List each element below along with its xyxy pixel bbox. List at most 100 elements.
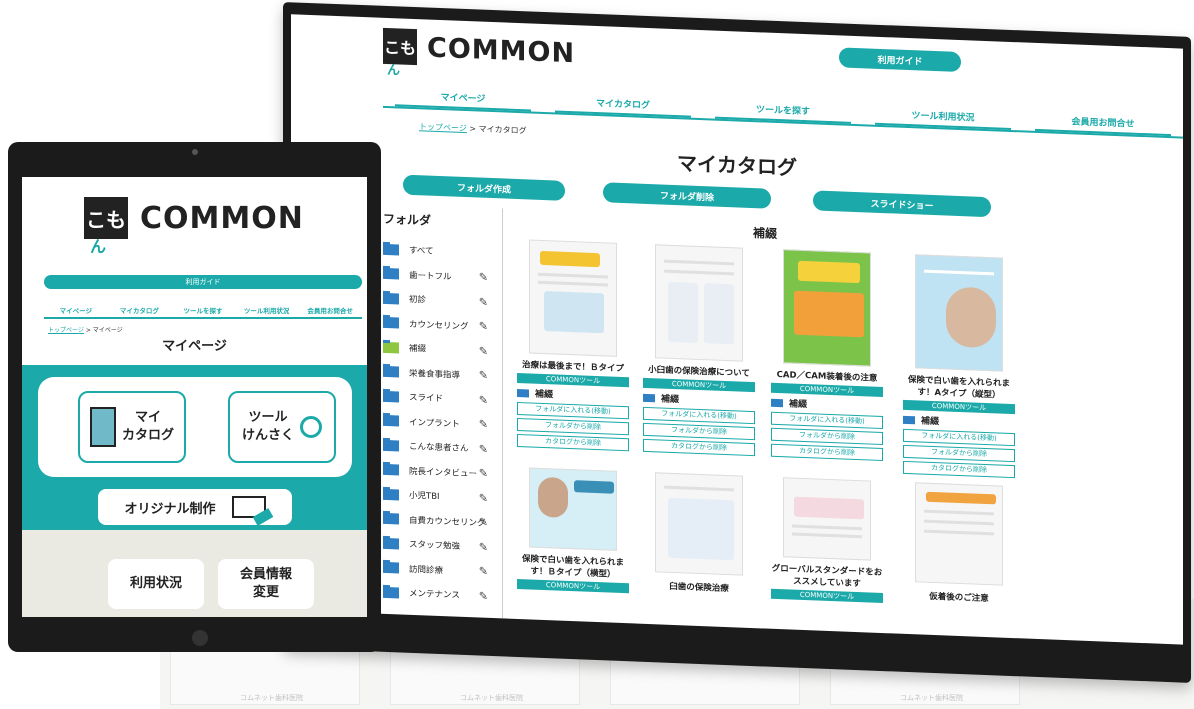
pencil-icon[interactable]: ✎ [479,418,488,431]
pencil-icon[interactable]: ✎ [479,271,488,284]
card-title: 臼歯の保険治療 [669,581,729,595]
breadcrumb-home-link[interactable]: トップページ [48,327,84,334]
remove-from-catalog-button[interactable]: カタログから削除 [903,460,1015,479]
move-to-folder-button[interactable]: フォルダに入れる(移動) [517,401,629,420]
nav-tool-search[interactable]: ツールを探す [171,305,235,315]
thumbnail-line [664,259,734,266]
nav-mypage[interactable]: マイページ [44,305,108,315]
catalog-card[interactable]: CAD／CAM装着後の注意 COMMONツール 補綴 フォルダに入れる(移動) … [771,249,883,464]
pencil-icon[interactable]: ✎ [479,442,488,455]
tool-thumbnail[interactable] [783,249,871,367]
tool-thumbnail[interactable] [915,254,1003,372]
thumbnail-graphic [794,290,864,338]
folder-icon [383,586,399,599]
tablet-device: こも COMMON 利用ガイド マイページ マイカタログ ツールを探す ツール利… [8,142,381,652]
common-tool-tag: COMMONツール [643,377,755,393]
member-info-line1: 会員情報 [239,567,292,582]
remove-from-folder-button[interactable]: フォルダから削除 [903,444,1015,463]
folder-icon [771,398,783,407]
usage-status-button[interactable]: 利用状況 [108,559,204,609]
move-to-folder-button[interactable]: フォルダに入れる(移動) [771,411,883,430]
nav-mycatalog[interactable]: マイカタログ [108,305,172,315]
pencil-icon[interactable]: ✎ [479,393,488,406]
tool-thumbnail[interactable] [655,472,743,576]
folder-label: カウンセリング [409,319,469,332]
nav-mypage[interactable]: マイページ [395,88,531,112]
catalog-card[interactable]: 保険で白い歯を入れられます！Ｂタイプ（横型） COMMONツール [517,467,629,595]
folder-label: すべて [409,246,434,258]
thumbnail-graphic [544,291,604,334]
home-button[interactable] [192,630,208,646]
my-catalog-line2: カタログ [121,428,174,443]
catalog-card[interactable]: グローバルスタンダードをおススメしています COMMONツール [771,477,883,605]
tool-thumbnail[interactable] [529,467,617,551]
nav-mycatalog[interactable]: マイカタログ [555,94,691,118]
tool-thumbnail[interactable] [915,482,1003,586]
original-production-button[interactable]: オリジナル制作 [98,489,292,525]
catalog-card[interactable]: 小臼歯の保険治療について COMMONツール 補綴 フォルダに入れる(移動) フ… [643,244,755,459]
folder-item[interactable]: メンテナンス ✎ [379,580,502,609]
tool-search-line1: ツール [248,410,288,425]
slideshow-button[interactable]: スライドショー [813,190,991,218]
thumbnail-graphic [668,281,698,343]
pencil-icon[interactable]: ✎ [479,565,488,578]
move-to-folder-button[interactable]: フォルダに入れる(移動) [903,428,1015,447]
pencil-icon[interactable]: ✎ [479,589,488,602]
remove-from-folder-button[interactable]: フォルダから削除 [643,422,755,441]
card-title: 保険で白い歯を入れられます！Ｂタイプ（横型） [521,554,624,580]
pencil-icon[interactable]: ✎ [479,491,488,504]
pencil-icon[interactable]: ✎ [479,369,488,382]
pencil-icon[interactable]: ✎ [479,320,488,333]
remove-from-catalog-button[interactable]: カタログから削除 [517,433,629,452]
catalog-card[interactable]: 臼歯の保険治療 [643,472,755,596]
nav-tool-usage[interactable]: ツール利用状況 [235,305,299,315]
logo[interactable]: こも COMMON [84,197,304,257]
move-to-folder-button[interactable]: フォルダに入れる(移動) [643,406,755,425]
tool-thumbnail[interactable] [529,239,617,357]
background-footer: コムネット歯科医院 [900,694,963,702]
tool-thumbnail[interactable] [783,477,871,561]
folder-icon [383,537,399,550]
thumbnail-graphic [668,497,734,561]
tool-thumbnail[interactable] [655,244,743,362]
pen-tablet-icon [231,496,266,518]
logo[interactable]: こも COMMON [383,27,576,71]
breadcrumb: トップページ > マイページ [48,325,123,334]
folder-label: 補綴 [409,344,427,355]
create-folder-button[interactable]: フォルダ作成 [403,174,565,201]
thumbnail-graphic [704,283,734,345]
remove-from-catalog-button[interactable]: カタログから削除 [771,443,883,462]
pencil-icon[interactable]: ✎ [479,516,488,529]
remove-from-catalog-button[interactable]: カタログから削除 [643,438,755,457]
my-catalog-button[interactable]: マイ カタログ [78,391,186,463]
pencil-icon[interactable]: ✎ [479,540,488,553]
nav-member-contact[interactable]: 会員用お問合せ [298,305,362,315]
guide-button[interactable]: 利用ガイド [839,47,961,73]
folder-label: スタッフ勉強 [409,540,461,553]
remove-from-folder-button[interactable]: フォルダから削除 [771,427,883,446]
folder-label: 栄養食事指導 [409,368,461,381]
nav-member-contact[interactable]: 会員用お問合せ [1035,112,1171,137]
sidebar-heading: フォルダ [383,211,432,228]
logo-wordmark: COMMON [140,200,304,236]
guide-button[interactable]: 利用ガイド [44,275,362,289]
pencil-icon[interactable]: ✎ [479,467,488,480]
card-folder: 補綴 [517,386,629,403]
catalog-card[interactable]: 保険で白い歯を入れられます！Aタイプ（縦型） COMMONツール 補綴 フォルダ… [903,254,1015,481]
nav-tool-usage[interactable]: ツール利用状況 [875,106,1011,130]
catalog-card[interactable]: 仮着後のご注意 [903,482,1015,606]
tool-search-button[interactable]: ツール けんさく [228,391,336,463]
folder-label: 自費カウンセリング [409,515,486,529]
breadcrumb-home-link[interactable]: トップページ [419,122,467,133]
pencil-icon[interactable]: ✎ [479,344,488,357]
logo-wordmark: COMMON [427,32,576,69]
original-production-label: オリジナル制作 [124,501,216,517]
delete-folder-button[interactable]: フォルダ削除 [603,182,771,209]
nav-tool-search[interactable]: ツールを探す [715,100,851,124]
pencil-icon[interactable]: ✎ [479,295,488,308]
folder-icon [383,439,399,452]
catalog-card[interactable]: 治療は最後まで！Ｂタイプ COMMONツール 補綴 フォルダに入れる(移動) フ… [517,239,629,454]
card-folder: 補綴 [643,391,755,408]
member-info-button[interactable]: 会員情報 変更 [218,559,314,609]
remove-from-folder-button[interactable]: フォルダから削除 [517,417,629,436]
